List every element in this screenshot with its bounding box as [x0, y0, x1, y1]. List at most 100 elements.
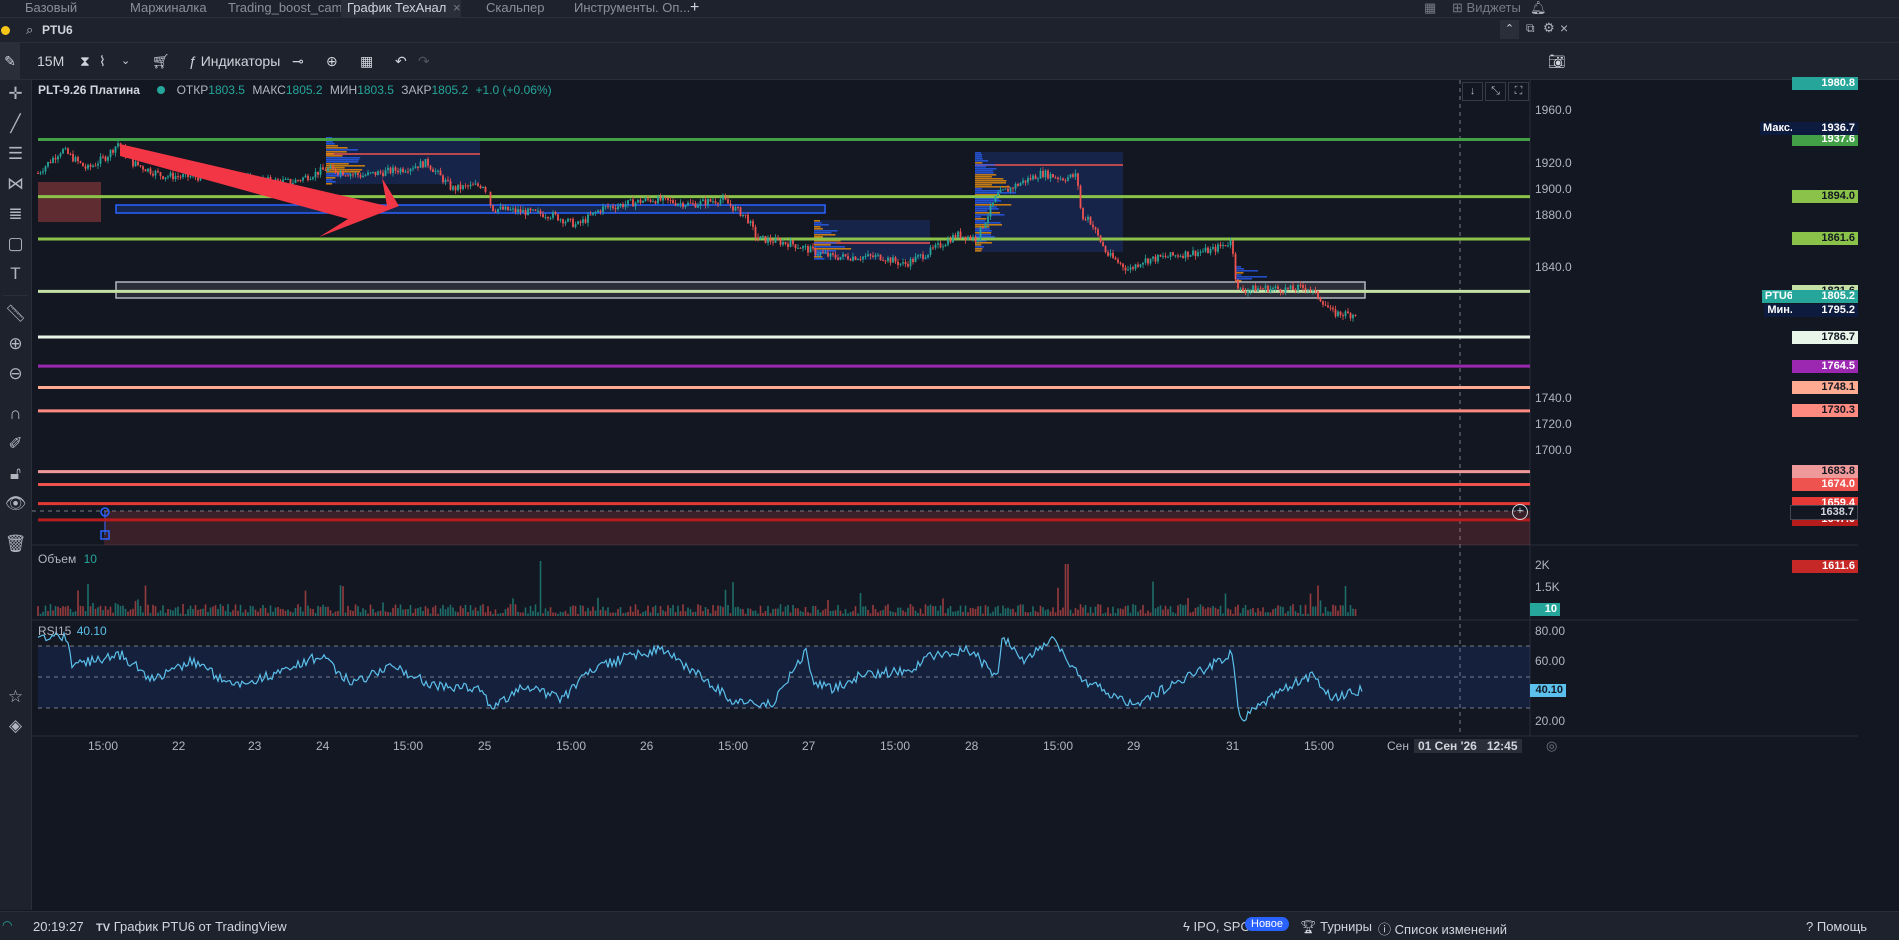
maximize-pane-icon[interactable]: ⛶: [1508, 82, 1529, 101]
volume-bar: [1322, 613, 1324, 616]
volume-bar: [42, 611, 44, 616]
candle: [1317, 290, 1319, 299]
tab-marginal[interactable]: Маржиналка: [130, 0, 207, 17]
range-rectangle[interactable]: [115, 204, 826, 214]
close-icon[interactable]: ×: [1560, 20, 1568, 36]
layout-icon[interactable]: ▦: [360, 43, 373, 79]
candle: [772, 241, 774, 243]
demand-zone[interactable]: [104, 511, 1530, 545]
symbol-search-input[interactable]: PTU6: [42, 23, 73, 37]
tab-scalper[interactable]: Скальпер: [486, 0, 544, 17]
candle: [579, 221, 582, 223]
chart-area[interactable]: PLT-9.26 Платина ОТКР1803.5 МАКС1805.2 М…: [32, 76, 1858, 910]
volume-bar: [1032, 606, 1034, 616]
settings-circle-icon[interactable]: ◎: [1546, 738, 1557, 754]
candle: [694, 203, 697, 208]
volume-bar: [154, 606, 157, 616]
volume-bar: [804, 606, 807, 616]
horizontal-lines-icon[interactable]: ☰: [0, 140, 31, 168]
draw-pencil-icon[interactable]: ✎: [0, 43, 20, 79]
volume-bar: [547, 611, 549, 616]
popout-icon[interactable]: ⧉: [1526, 21, 1535, 36]
candle: [1329, 307, 1332, 309]
volume-bar: [892, 611, 894, 616]
volume-bar: [282, 609, 284, 616]
tab-close-icon[interactable]: ×: [453, 0, 461, 15]
supply-zone[interactable]: [38, 182, 101, 222]
tournaments-link[interactable]: 🏆︎ Турниры: [1300, 919, 1372, 935]
volume-bar: [377, 611, 379, 616]
tab-chart-ta[interactable]: График ТехАнал ×: [341, 0, 461, 17]
magnet-icon[interactable]: ∩: [0, 400, 31, 428]
search-icon[interactable]: ⌕: [26, 22, 33, 38]
chevron-down-icon[interactable]: ⌄: [121, 43, 130, 79]
volume-bar: [1342, 605, 1344, 616]
tradingview-link[interactable]: TV График PTU6 от TradingView: [96, 919, 287, 934]
candle: [747, 214, 749, 224]
undo-icon[interactable]: ↶: [395, 43, 407, 79]
volume-bar: [1022, 604, 1024, 616]
interval-button[interactable]: 15M: [37, 43, 64, 79]
candle: [1204, 247, 1207, 252]
line-chart-icon[interactable]: ⌇: [99, 43, 106, 79]
candle: [832, 253, 834, 255]
ipo-link[interactable]: ϟ IPO, SPO: [1183, 919, 1251, 934]
tab-instruments[interactable]: Инструменты. Оп...: [574, 0, 690, 17]
candle: [792, 240, 794, 245]
volume-bar: [1044, 610, 1047, 616]
eye-icon[interactable]: 👁︎: [0, 490, 31, 518]
volume-bar: [724, 589, 727, 616]
tab-trading-boost[interactable]: Trading_boost_camp: [228, 0, 350, 17]
add-tab-icon[interactable]: +: [690, 0, 699, 17]
volume-title[interactable]: Объем: [38, 552, 76, 566]
indicators-icon: ƒ: [189, 53, 197, 69]
notifications-icon[interactable]: 🔔︎: [1530, 0, 1547, 17]
lock-icon[interactable]: 🔓︎: [0, 460, 31, 488]
volume-bar: [919, 608, 922, 616]
cart-icon[interactable]: 🛒︎: [152, 43, 170, 79]
redo-icon[interactable]: ↷: [418, 43, 430, 79]
candle: [802, 246, 804, 249]
collapse-chevron-icon[interactable]: ⌃: [1500, 20, 1519, 39]
crosshair-icon[interactable]: ✛: [0, 80, 31, 108]
gear-icon[interactable]: ⚙: [1543, 20, 1555, 36]
compare-icon[interactable]: ⊸: [292, 43, 304, 79]
add-symbol-icon[interactable]: ⊕: [326, 43, 338, 79]
zoom-out-icon[interactable]: ⊖: [0, 360, 31, 388]
help-link[interactable]: ? Помощь: [1806, 919, 1867, 934]
collapse-pane-icon[interactable]: ⤡: [1485, 82, 1506, 101]
volume-bar: [994, 607, 997, 616]
ruler-icon[interactable]: 📏︎: [0, 300, 31, 328]
candle: [429, 165, 432, 170]
widgets-button[interactable]: ⊞ Виджеты: [1452, 0, 1521, 17]
candle: [292, 183, 294, 185]
candle: [1229, 240, 1232, 246]
text-icon[interactable]: T: [0, 260, 31, 288]
zoom-in-icon[interactable]: ⊕: [0, 330, 31, 358]
candle: [1172, 252, 1174, 256]
candle: [169, 172, 172, 177]
candle: [597, 210, 599, 213]
rectangle-icon[interactable]: ▢: [0, 230, 31, 258]
camera-icon[interactable]: 📷︎: [1548, 43, 1566, 79]
lock-drawing-icon[interactable]: ✐: [0, 430, 31, 458]
volume-bar: [734, 607, 737, 616]
volume-bar: [637, 609, 639, 616]
fib-icon[interactable]: ≣: [0, 200, 31, 228]
changelog-link[interactable]: ⓘ Список изменений: [1378, 919, 1507, 938]
pitchfork-icon[interactable]: ⋈: [0, 170, 31, 198]
arrow-down-icon[interactable]: ↓: [1462, 82, 1483, 101]
rsi-title[interactable]: RSI15: [38, 624, 71, 638]
layers-icon[interactable]: ◈: [0, 712, 31, 740]
add-alert-icon[interactable]: +: [1512, 504, 1528, 520]
trendline-icon[interactable]: ╱: [0, 110, 31, 138]
indicators-button[interactable]: ƒ Индикаторы: [189, 43, 280, 79]
candle: [934, 244, 937, 248]
trash-icon[interactable]: 🗑︎: [0, 530, 31, 558]
candles-icon[interactable]: ⧗: [80, 43, 90, 79]
star-icon[interactable]: ☆: [0, 683, 31, 711]
chart-canvas[interactable]: [32, 80, 1858, 910]
instrument-name[interactable]: PLT-9.26 Платина: [38, 83, 140, 97]
tab-basic[interactable]: Базовый: [25, 0, 77, 17]
grid-layout-icon[interactable]: ▦: [1424, 0, 1436, 17]
